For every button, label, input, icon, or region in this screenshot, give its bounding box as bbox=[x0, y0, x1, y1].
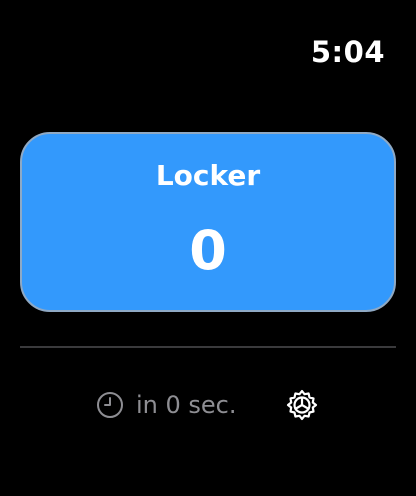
timer-text: in 0 sec. bbox=[136, 391, 237, 419]
footer: in 0 sec. bbox=[0, 384, 416, 426]
settings-button[interactable] bbox=[284, 387, 320, 423]
locker-count: 0 bbox=[189, 219, 227, 282]
clock-icon bbox=[96, 391, 124, 419]
gear-icon bbox=[286, 389, 318, 421]
locker-title: Locker bbox=[155, 159, 261, 192]
status-time: 5:04 bbox=[310, 35, 385, 69]
locker-card-button[interactable]: Locker 0 bbox=[20, 132, 396, 312]
divider bbox=[20, 346, 396, 348]
